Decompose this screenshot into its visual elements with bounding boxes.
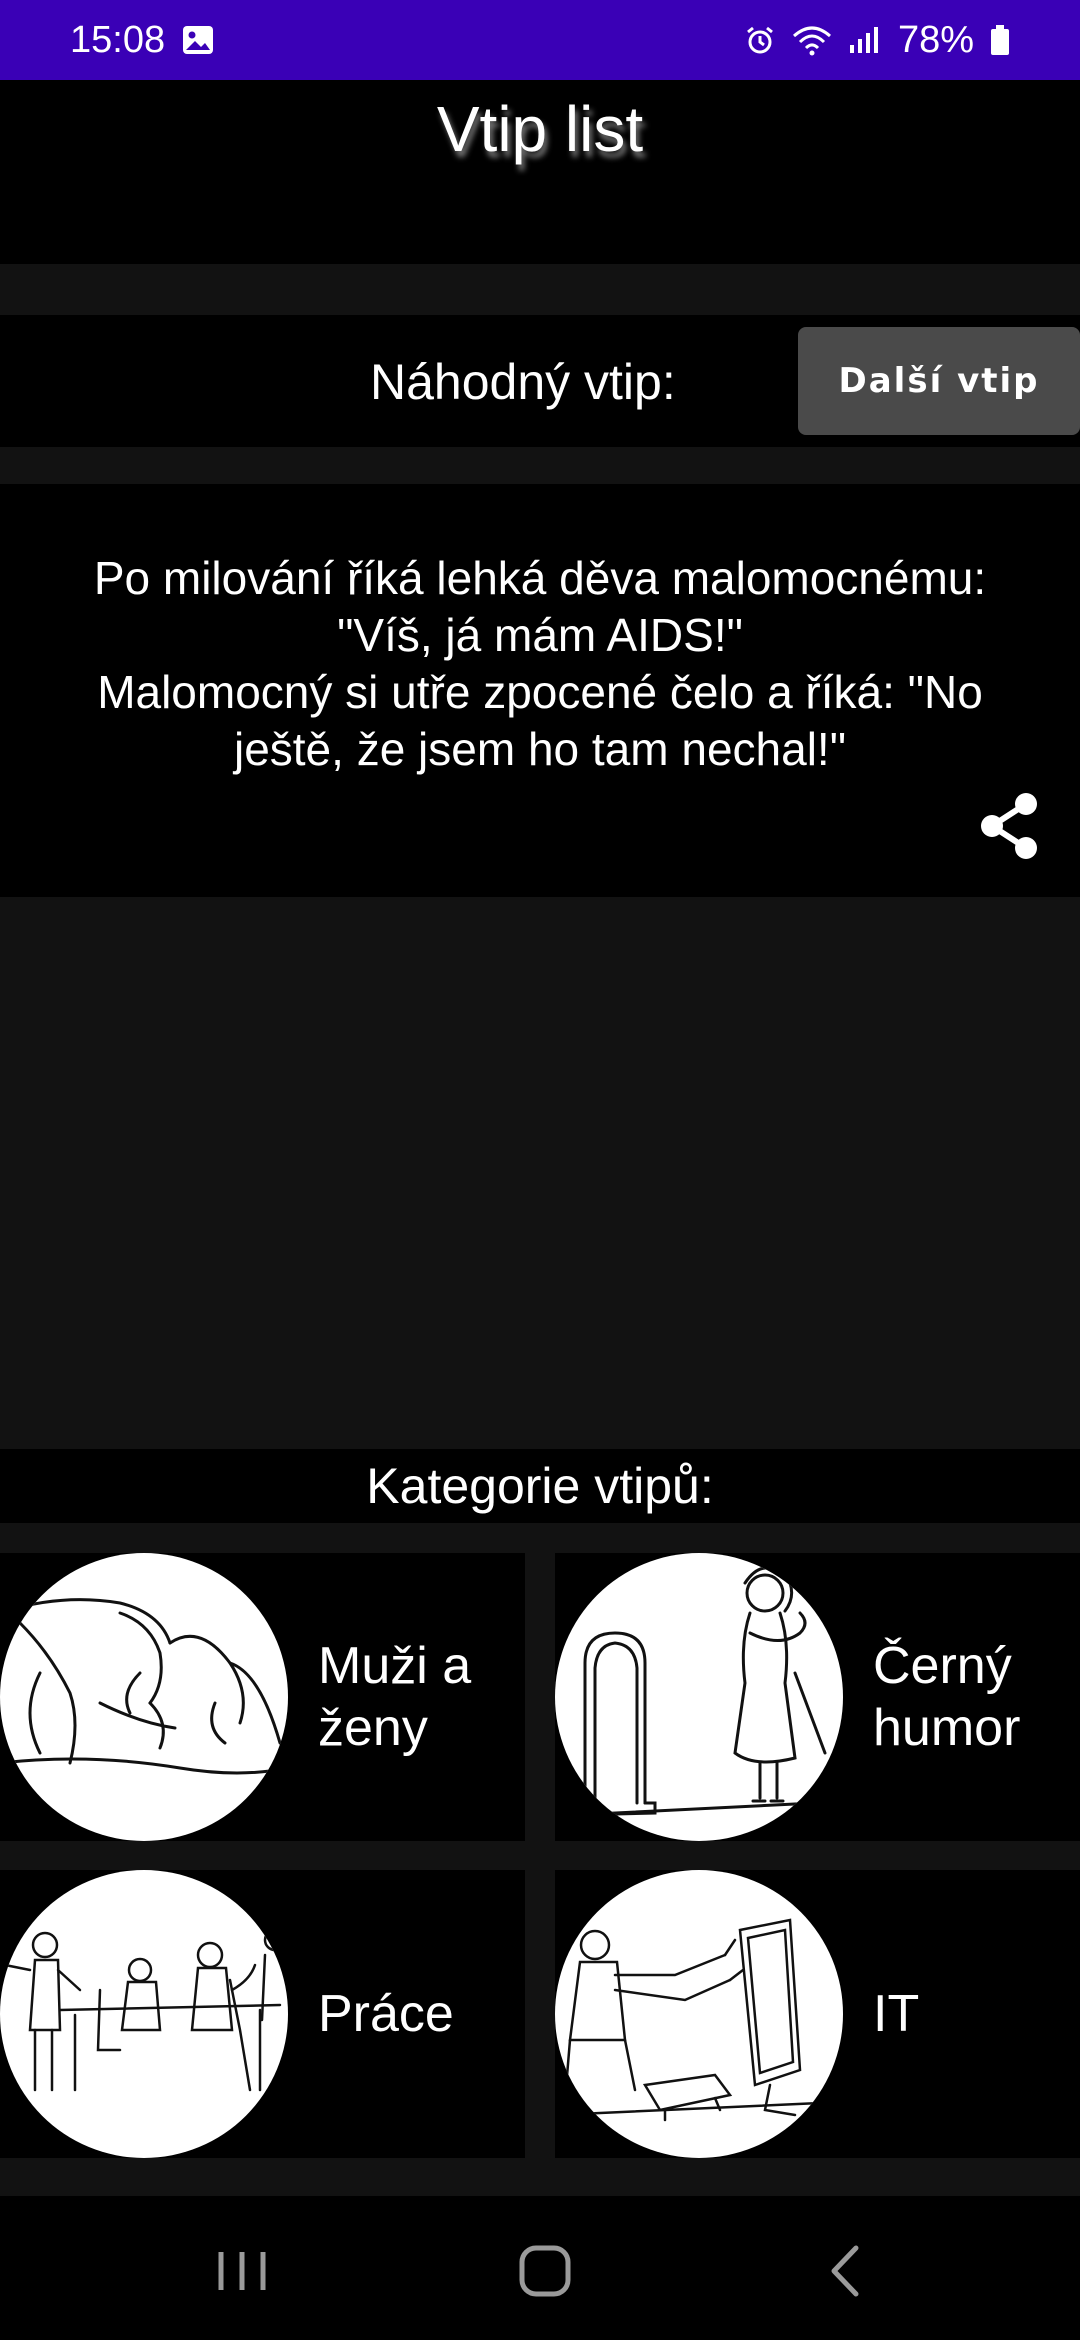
category-tile-prace[interactable]: Práce (0, 1870, 525, 2158)
system-nav-bar (0, 2196, 1080, 2340)
alarm-icon (744, 24, 776, 56)
battery-icon (990, 24, 1010, 56)
back-icon[interactable] (812, 2236, 882, 2306)
couple-sketch-image (0, 1553, 288, 1841)
category-tile-cerny-humor[interactable]: Černý humor (555, 1553, 1080, 1841)
status-left: 15:08 (70, 19, 215, 62)
category-label: Černý humor (873, 1637, 1021, 1757)
page-title: Vtip list (436, 93, 644, 165)
category-label: Práce (318, 1985, 454, 2043)
home-icon[interactable] (510, 2236, 580, 2306)
grave-sketch-image (555, 1553, 843, 1841)
status-right: 78% (744, 19, 1010, 62)
wifi-icon (792, 24, 832, 56)
signal-icon (848, 25, 882, 55)
random-joke-row: Náhodný vtip: Další vtip (0, 315, 1080, 447)
computer-sketch-image (555, 1870, 843, 2158)
office-sketch-image (0, 1870, 288, 2158)
share-icon[interactable] (976, 790, 1042, 862)
categories-header: Kategorie vtipů: (0, 1449, 1080, 1523)
status-bar: 15:08 78% (0, 0, 1080, 80)
recent-apps-icon[interactable] (207, 2236, 277, 2306)
category-label: Muži a ženy (318, 1637, 472, 1757)
category-tile-muzi-a-zeny[interactable]: Muži a ženy (0, 1553, 525, 1841)
joke-text: Po milování říká lehká děva malomocnému:… (93, 552, 987, 775)
battery-percent: 78% (897, 18, 974, 61)
joke-card: Po milování říká lehká děva malomocnému:… (0, 484, 1080, 897)
categories-title: Kategorie vtipů: (366, 1458, 714, 1514)
random-joke-label: Náhodný vtip: (370, 354, 676, 410)
status-time: 15:08 (70, 18, 166, 61)
category-label: IT (873, 1985, 920, 2043)
category-tile-it[interactable]: IT (555, 1870, 1080, 2158)
app-header: Vtip list (0, 80, 1080, 264)
gallery-icon (181, 24, 215, 56)
next-joke-button[interactable]: Další vtip (798, 327, 1080, 435)
